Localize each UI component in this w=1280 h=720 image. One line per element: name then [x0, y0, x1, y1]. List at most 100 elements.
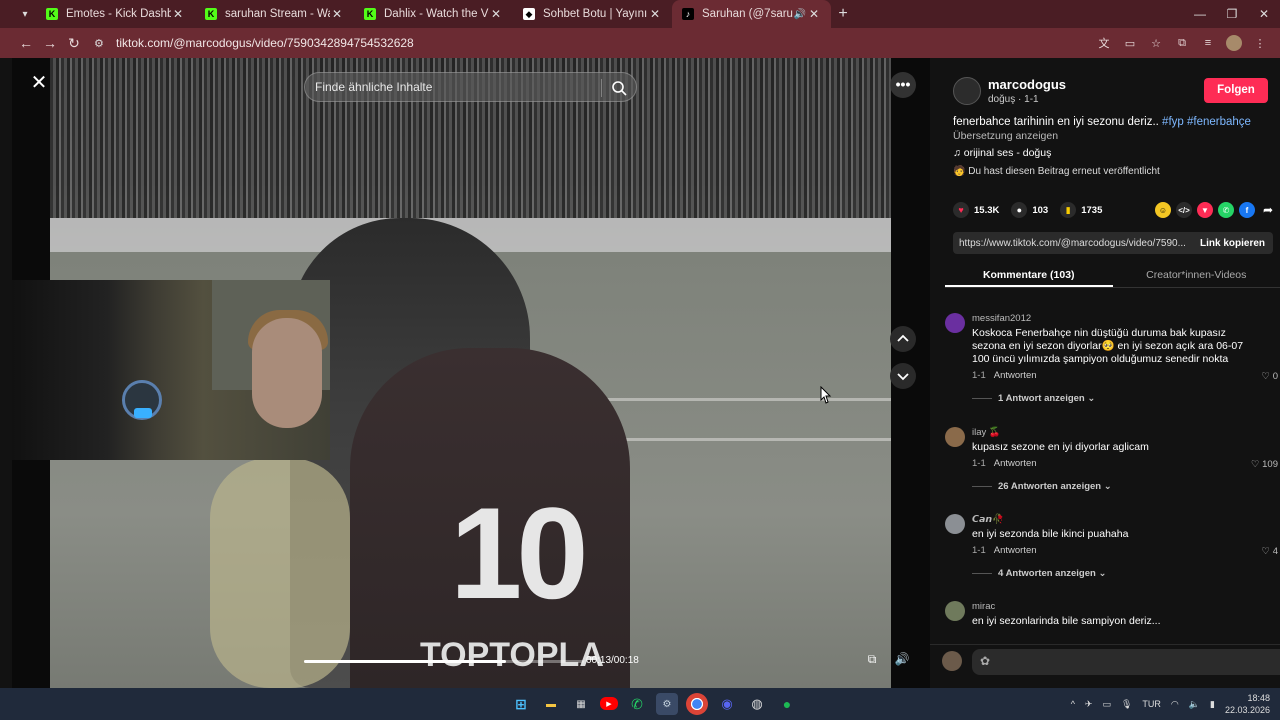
search-icon[interactable] — [610, 79, 628, 97]
music-info[interactable]: ♫ orijinal ses - doğuş — [953, 147, 1051, 159]
commenter-name[interactable]: 𝘾𝙖𝙣🥀 — [972, 514, 1004, 525]
progress-bar[interactable] — [304, 660, 506, 663]
commenter-name[interactable]: messifan2012 — [972, 313, 1031, 324]
commenter-name[interactable]: mirac — [972, 601, 995, 612]
kick-icon: K — [46, 8, 58, 20]
comment-like-button[interactable]: ♡ 0 — [1262, 371, 1278, 382]
menu-icon[interactable]: ⋮ — [1252, 35, 1268, 51]
microphone-icon[interactable]: 🎙 — [1121, 699, 1132, 710]
volume-tray-icon[interactable]: 🔈 — [1189, 699, 1200, 710]
close-tab-icon[interactable]: ✕ — [171, 7, 185, 21]
share-arrow-icon[interactable]: ➦ — [1260, 202, 1276, 218]
tab-search-button[interactable]: ▾ — [14, 3, 36, 25]
hashtag-fenerbahce[interactable]: #fenerbahçe — [1187, 116, 1251, 128]
comment-item: mirac en iyi sezonlarinda bile sampiyon … — [945, 601, 1280, 641]
reload-icon[interactable]: ↻ — [62, 35, 86, 52]
back-icon[interactable]: ← — [14, 35, 38, 51]
tab-comments[interactable]: Kommentare (103) — [945, 264, 1113, 287]
send-icon[interactable]: ▼ — [1197, 202, 1213, 218]
commenter-name[interactable]: ilay 🍒 — [972, 427, 1001, 438]
youtube-icon[interactable]: ▶ — [600, 697, 618, 710]
spotify-icon[interactable]: ● — [776, 693, 798, 715]
steam-icon[interactable]: ⚙ — [656, 693, 678, 715]
new-tab-button[interactable]: + — [831, 5, 855, 23]
profile-avatar[interactable] — [1226, 35, 1242, 51]
close-icon[interactable]: ✕ — [28, 72, 50, 94]
battery-icon[interactable]: ▮ — [1210, 699, 1215, 710]
view-replies-button[interactable]: 4 Antworten anzeigen ⌄ — [972, 568, 1106, 579]
close-tab-icon[interactable]: ✕ — [648, 7, 662, 21]
close-window-icon[interactable]: ✕ — [1248, 0, 1280, 28]
view-replies-button[interactable]: 26 Antworten anzeigen ⌄ — [972, 481, 1112, 492]
network-app-icon[interactable]: ✈ — [1085, 699, 1093, 710]
discord-icon[interactable]: ◉ — [716, 693, 738, 715]
bookmark-star-icon[interactable]: ☆ — [1148, 35, 1164, 51]
commenter-avatar[interactable] — [945, 313, 965, 333]
maximize-icon[interactable]: ❐ — [1216, 0, 1248, 28]
search-input[interactable]: Finde ähnliche Inhalte — [315, 80, 432, 94]
cast-icon[interactable]: ▭ — [1122, 35, 1138, 51]
coin-icon[interactable]: ☺ — [1155, 202, 1171, 218]
translate-icon[interactable]: 文 — [1096, 35, 1112, 51]
reply-button[interactable]: Antworten — [994, 458, 1037, 469]
embed-icon[interactable]: </> — [1176, 202, 1192, 218]
display-icon[interactable]: ▭ — [1102, 699, 1111, 710]
chrome-icon[interactable] — [686, 693, 708, 715]
minimize-icon[interactable]: — — [1184, 0, 1216, 28]
like-button[interactable]: ♥ 15.3K — [953, 202, 999, 218]
commenter-avatar[interactable] — [945, 514, 965, 534]
copy-link-button[interactable]: Link kopieren — [1190, 238, 1273, 249]
browser-tab[interactable]: K saruhan Stream - Watch Live on Kick ✕ — [195, 0, 354, 28]
comment-input[interactable]: ✿ — [972, 649, 1280, 675]
volume-icon[interactable]: 🔊 — [892, 652, 912, 672]
author-avatar[interactable] — [953, 77, 981, 105]
reply-button[interactable]: Antworten — [994, 370, 1037, 381]
browser-tab[interactable]: ◆ Sohbet Botu | Yayınını güçlendir ✕ — [513, 0, 672, 28]
follow-button[interactable]: Folgen — [1204, 78, 1268, 103]
close-tab-icon[interactable]: ✕ — [807, 7, 821, 21]
commenter-avatar[interactable] — [945, 601, 965, 621]
close-tab-icon[interactable]: ✕ — [330, 7, 344, 21]
view-replies-button[interactable]: 1 Antwort anzeigen ⌄ — [972, 393, 1095, 404]
wifi-icon[interactable]: ◠ — [1171, 699, 1179, 710]
windows-start-icon[interactable]: ⊞ — [510, 693, 532, 715]
browser-tab-active[interactable]: ♪ Saruhan (@7saruhan) | TikTok 🔊 ✕ — [672, 0, 831, 28]
tray-chevron-icon[interactable]: ^ — [1071, 699, 1075, 709]
speaker-icon[interactable]: 🔊 — [793, 9, 807, 20]
translate-link[interactable]: Übersetzung anzeigen — [953, 130, 1058, 142]
sticker-icon[interactable]: ✿ — [980, 654, 990, 668]
forward-icon[interactable]: → — [38, 35, 62, 51]
system-clock[interactable]: 18:48 22.03.2026 — [1225, 692, 1270, 716]
hashtag-fyp[interactable]: #fyp — [1162, 116, 1184, 128]
previous-video-button[interactable] — [890, 326, 916, 352]
file-explorer-icon[interactable]: ▬ — [540, 693, 562, 715]
whatsapp-taskbar-icon[interactable]: ✆ — [626, 693, 648, 715]
site-info-icon[interactable]: ⚙ — [94, 37, 110, 50]
reply-button[interactable]: Antworten — [994, 545, 1037, 556]
comment-button[interactable]: ● 103 — [1011, 202, 1048, 218]
picture-in-picture-icon[interactable]: ⧉ — [862, 652, 882, 672]
commenter-avatar[interactable] — [945, 427, 965, 447]
share-link-text[interactable]: https://www.tiktok.com/@marcodogus/video… — [953, 238, 1190, 249]
browser-tab[interactable]: K Dahlix - Watch the VOD on Kick ✕ — [354, 0, 513, 28]
browser-tab-bar: ▾ K Emotes - Kick Dashboard ✕ K saruhan … — [0, 0, 1280, 28]
whatsapp-icon[interactable]: ✆ — [1218, 202, 1234, 218]
close-tab-icon[interactable]: ✕ — [489, 7, 503, 21]
save-button[interactable]: ▮ 1735 — [1060, 202, 1102, 218]
similar-content-search[interactable]: Finde ähnliche Inhalte — [304, 72, 637, 102]
next-video-button[interactable] — [890, 363, 916, 389]
replies-divider — [972, 398, 992, 399]
store-icon[interactable]: ▦ — [570, 693, 592, 715]
url-field[interactable]: ⚙ tiktok.com/@marcodogus/video/759034289… — [94, 36, 414, 50]
keyboard-language[interactable]: TUR — [1142, 699, 1161, 709]
extensions-icon[interactable]: ⧉ — [1174, 35, 1190, 51]
author-username[interactable]: marcodogus — [988, 77, 1066, 92]
tab-creator-videos[interactable]: Creator*innen-Videos — [1113, 264, 1280, 287]
comment-like-button[interactable]: ♡ 109 — [1251, 459, 1278, 470]
comment-like-button[interactable]: ♡ 4 — [1262, 546, 1278, 557]
reading-list-icon[interactable]: ≡ — [1200, 35, 1216, 51]
obs-icon[interactable]: ◍ — [746, 693, 768, 715]
facebook-icon[interactable]: f — [1239, 202, 1255, 218]
more-options-icon[interactable]: ••• — [890, 72, 916, 98]
browser-tab[interactable]: K Emotes - Kick Dashboard ✕ — [36, 0, 195, 28]
